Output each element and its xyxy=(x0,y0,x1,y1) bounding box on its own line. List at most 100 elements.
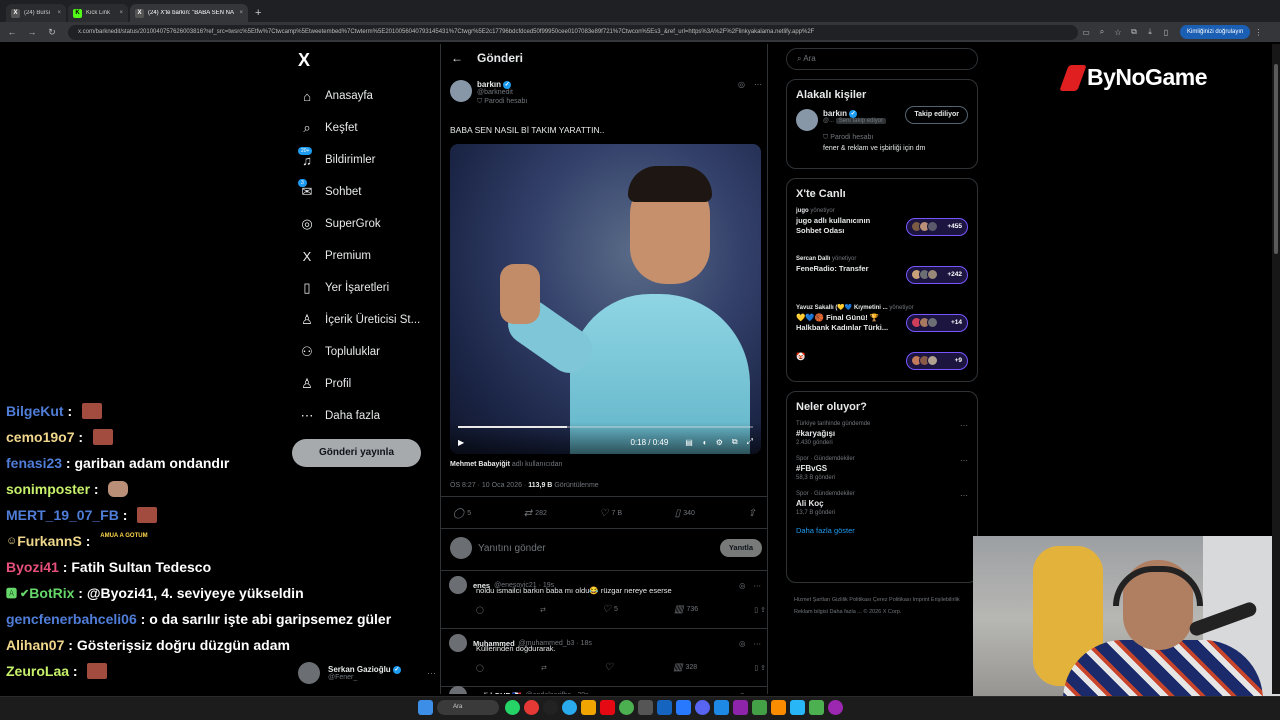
chat-username[interactable]: FurkannS xyxy=(17,533,82,549)
pip-icon[interactable]: ⧉ xyxy=(732,437,738,447)
grok-icon[interactable]: ◎ xyxy=(739,639,746,648)
video-player[interactable]: ▶ 0:18 / 0:49 ▤ ◖ ⚙ ⧉ ⤢ xyxy=(450,144,761,454)
app-icon[interactable] xyxy=(771,700,786,715)
more-icon[interactable]: ⋯ xyxy=(960,421,968,430)
verify-identity-button[interactable]: Kimliğinizi doğrulayın xyxy=(1180,25,1251,39)
chat-username[interactable]: BotRix xyxy=(29,585,74,601)
more-icon[interactable]: ⋯ xyxy=(960,456,968,465)
nav-item-topluluklar[interactable]: ⚇ Topluluklar xyxy=(298,336,438,368)
browser-tab-active[interactable]: X (24) X'te barkın: "BABA SEN NA × xyxy=(130,4,248,22)
chat-username[interactable]: fenasi23 xyxy=(6,455,62,471)
play-icon[interactable]: ▶ xyxy=(458,438,464,447)
user-name[interactable]: barkın xyxy=(823,109,847,118)
cast-icon[interactable]: ▭ xyxy=(1078,28,1094,37)
reply-submit-button[interactable]: Yanıtla xyxy=(719,539,762,557)
app-icon[interactable] xyxy=(828,700,843,715)
page-scrollbar[interactable] xyxy=(1272,44,1280,694)
avatar[interactable] xyxy=(450,80,472,102)
following-button[interactable]: Takip ediliyor xyxy=(905,106,968,124)
more-icon[interactable]: ⋯ xyxy=(754,691,762,695)
listeners-pill[interactable]: +242 xyxy=(906,266,968,284)
trend-item[interactable]: Türkiye tarihinde gündemde #karyağışı 2.43… xyxy=(796,421,968,446)
url-input[interactable]: x.com/barknedit/status/20100407576260038… xyxy=(68,24,1078,40)
nav-item-sohbet[interactable]: ✉ 3 Sohbet xyxy=(298,176,438,208)
obs-icon[interactable] xyxy=(543,700,558,715)
chat-username[interactable]: cemo19o7 xyxy=(6,429,74,445)
x-logo-icon[interactable]: X xyxy=(298,50,310,71)
avatar[interactable] xyxy=(449,634,467,652)
avatar[interactable] xyxy=(449,576,467,594)
reply-tweet[interactable]: enes @enesovic21 · 19s ◎ ⋯ noldu ismailci ba… xyxy=(441,576,767,615)
bookmark-button[interactable]: ▯ 340 xyxy=(675,508,695,519)
sidebar-icon[interactable]: ▯ xyxy=(1158,28,1174,37)
nav-item-i-çerik-üreticisi-st-[interactable]: ♙ İçerik Üreticisi St... xyxy=(298,304,438,336)
nav-item-profil[interactable]: ♙ Profil xyxy=(298,368,438,400)
reply-author[interactable]: mali | GUF 🇫🇷 xyxy=(473,691,522,695)
chat-username[interactable]: sonimposter xyxy=(6,481,90,497)
trend-item[interactable]: Spor · Gündemdekiler Ali Koç 13,7 B gönder… xyxy=(796,491,968,516)
more-icon[interactable]: ⋯ xyxy=(754,581,762,590)
share-button[interactable]: ⇪ xyxy=(748,508,759,519)
grok-icon[interactable]: ◎ xyxy=(738,80,745,106)
chat-username[interactable]: Byozi41 xyxy=(6,559,59,575)
telegram-icon[interactable] xyxy=(562,700,577,715)
app-icon[interactable] xyxy=(657,700,672,715)
menu-icon[interactable]: ⋮ xyxy=(1250,28,1266,37)
like-button[interactable]: ♡ 5 xyxy=(602,604,618,615)
avatar[interactable] xyxy=(449,686,467,694)
app-icon[interactable] xyxy=(790,700,805,715)
footer-links[interactable]: Hizmet Şartları Gizlilik Politikası Çere… xyxy=(794,594,974,618)
netflix-icon[interactable] xyxy=(600,700,615,715)
discord-icon[interactable] xyxy=(695,700,710,715)
download-icon[interactable]: ⤓ xyxy=(1142,27,1158,37)
chat-username[interactable]: ZeuroLaa xyxy=(6,663,69,679)
nav-item-anasayfa[interactable]: ⌂ Anasayfa xyxy=(298,80,438,112)
retweet-button[interactable]: ⇄ xyxy=(541,664,547,672)
more-icon[interactable]: ⋯ xyxy=(754,639,762,648)
reply-tweet[interactable]: mali | GUF 🇫🇷 @andalaarjfha · 20s◎ ⋯ xyxy=(441,686,767,695)
nav-item-supergrok[interactable]: ◎ SuperGrok xyxy=(298,208,438,240)
reply-input[interactable]: Yanıtını gönder xyxy=(478,543,720,554)
volume-icon[interactable]: ◖ xyxy=(702,438,707,447)
tweet-timestamp[interactable]: ÖS 8:27 · 10 Oca 2026 · xyxy=(450,482,528,489)
scrollbar-thumb[interactable] xyxy=(1274,64,1278,254)
more-icon[interactable]: ⋯ xyxy=(960,491,968,500)
app-icon[interactable] xyxy=(638,700,653,715)
taskbar-search[interactable]: Ara xyxy=(437,700,499,715)
tweet-author[interactable]: barkın xyxy=(477,80,501,89)
whatsapp-icon[interactable] xyxy=(505,700,520,715)
app-icon[interactable] xyxy=(676,700,691,715)
reply-button[interactable]: ◯ 5 xyxy=(453,508,471,519)
tweet-handle[interactable]: @barknedit xyxy=(477,89,738,96)
nav-item-bildirimler[interactable]: ♫ 20+ Bildirimler xyxy=(298,144,438,176)
reply-button[interactable]: ◯ xyxy=(476,606,484,614)
show-more-link[interactable]: Daha fazla göster xyxy=(796,526,968,535)
search-input[interactable]: ⌕ Ara xyxy=(786,48,978,70)
forward-icon[interactable]: → xyxy=(24,27,40,37)
app-icon[interactable] xyxy=(524,700,539,715)
bookmark-button[interactable]: ▯ ⇪ xyxy=(754,664,766,672)
trend-item[interactable]: Spor · Gündemdekiler #FBvGS 58,3 B gönderi… xyxy=(796,456,968,481)
live-space-item[interactable]: Sercan Dallı yönetiyor FeneRadio: Transfe… xyxy=(796,256,968,296)
like-button[interactable]: ♡ xyxy=(604,662,616,673)
nav-item-yer-i-şaretleri[interactable]: ▯ Yer İşaretleri xyxy=(298,272,438,304)
reply-button[interactable]: ◯ xyxy=(476,664,484,672)
app-icon[interactable] xyxy=(714,700,729,715)
fullscreen-icon[interactable]: ⤢ xyxy=(747,437,753,447)
extensions-icon[interactable]: ⧉ xyxy=(1126,27,1142,37)
back-icon[interactable]: ← xyxy=(4,27,20,37)
live-space-item[interactable]: jugo yönetiyor jugo adlı kullanıcının Soh… xyxy=(796,208,968,248)
chat-username[interactable]: BilgeKut xyxy=(6,403,64,419)
like-button[interactable]: ♡ 7 B xyxy=(600,508,622,519)
reply-tweet[interactable]: Muhammed @muhammed_b3 · 18s ◎ ⋯ Küllerinden … xyxy=(441,634,767,673)
live-space-item[interactable]: Yavuz Sakallı (💛💙 Kıymetini ... yönetiyo… xyxy=(796,304,968,344)
captions-icon[interactable]: ▤ xyxy=(685,438,693,447)
listeners-pill[interactable]: +455 xyxy=(906,218,968,236)
close-icon[interactable]: × xyxy=(119,10,123,16)
browser-tab[interactable]: X (24) Bursı × xyxy=(6,4,66,22)
chat-username[interactable]: MERT_19_07_FB xyxy=(6,507,119,523)
star-icon[interactable]: ☆ xyxy=(1110,28,1126,37)
browser-tab[interactable]: K Kick Link × xyxy=(68,4,128,22)
retweet-button[interactable]: ⇄ xyxy=(540,606,546,614)
settings-icon[interactable]: ⚙ xyxy=(716,438,723,447)
